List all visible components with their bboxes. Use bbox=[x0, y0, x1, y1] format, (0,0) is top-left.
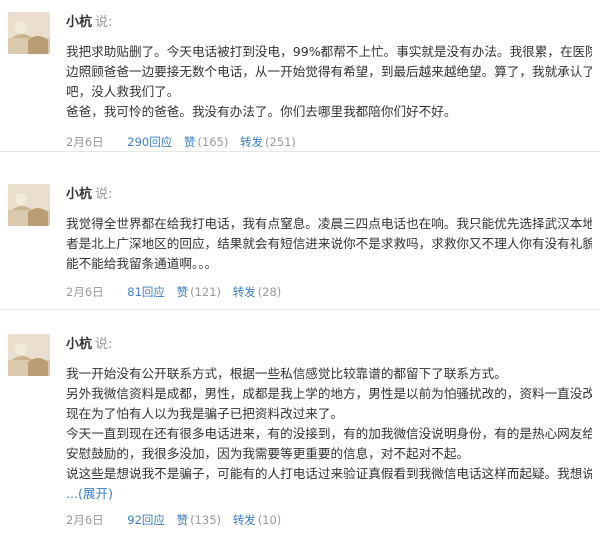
author-name[interactable]: 小杭 bbox=[66, 15, 92, 30]
text-line: 现在为了怕有人以为我是骗子已把资料改过来了。 bbox=[66, 406, 344, 421]
avatar[interactable] bbox=[8, 12, 50, 54]
text-line: 说这些是想说我不是骗子，可能有的人打电话过来验证真假看到我微信电话这样而起疑。我… bbox=[66, 466, 592, 481]
status-feed: 小杭 说: 我把求助贴删了。今天电话被打到没电，99%都帮不上忙。事实就是没有办法… bbox=[0, 0, 600, 540]
post-actions: 2月6日 92回应 赞 (135) 转发 (10) bbox=[66, 512, 289, 528]
text-line: 安慰鼓励的，我很多没加，因为我需要等更重要的信息，对不起对不起。 bbox=[66, 446, 469, 461]
repost-button[interactable]: 转发 (28) bbox=[233, 284, 282, 300]
text-line: 我一开始没有公开联系方式，根据一些私信感觉比较靠谱的都留下了联系方式。 bbox=[66, 366, 507, 381]
text-line: 今天一直到现在还有很多电话进来，有的没接到，有的加我微信没说明身份，有的是热心网… bbox=[66, 426, 592, 441]
status-post: 小杭 说: 我把求助贴删了。今天电话被打到没电，99%都帮不上忙。事实就是没有办法… bbox=[0, 0, 600, 152]
replies-link[interactable]: 81回应 bbox=[127, 284, 165, 300]
repost-count: (28) bbox=[257, 285, 282, 299]
post-date: 2月6日 bbox=[66, 513, 104, 527]
like-count: (135) bbox=[190, 513, 222, 527]
said-label: 说: bbox=[95, 187, 113, 202]
replies-link[interactable]: 92回应 bbox=[127, 512, 165, 528]
status-text: 我把求助贴删了。今天电话被打到没电，99%都帮不上忙。事实就是没有办法。我很累，… bbox=[66, 42, 592, 122]
replies-link[interactable]: 290回应 bbox=[127, 134, 172, 150]
said-label: 说: bbox=[95, 15, 113, 30]
status-post: 小杭 说: 我觉得全世界都在给我打电话，我有点窒息。凌晨三四点电话也在响。我只能优… bbox=[0, 172, 600, 310]
text-line: 我觉得全世界都在给我打电话，我有点窒息。凌晨三四点电话也在响。我只能优先选择武汉… bbox=[66, 216, 592, 231]
text-line: 爸爸，我可怜的爸爸。我没有办法了。你们去哪里我都陪你们好不好。 bbox=[66, 104, 457, 119]
post-date: 2月6日 bbox=[66, 285, 104, 299]
avatar[interactable] bbox=[8, 184, 50, 226]
repost-count: (251) bbox=[265, 135, 296, 149]
like-label: 赞 bbox=[183, 135, 196, 149]
text-line: 另外我微信资料是成都，男性，成都是我上学的地方，男性是以前为怕骚扰改的，资料一直… bbox=[66, 386, 592, 401]
like-button[interactable]: 赞 (121) bbox=[177, 284, 221, 300]
post-date: 2月6日 bbox=[66, 135, 104, 149]
text-line: 者是北上广深地区的回应，结果就会有短信进来说你不是求救吗，求救你又不理人你有没有… bbox=[66, 236, 592, 251]
status-post: 小杭 说: 我一开始没有公开联系方式，根据一些私信感觉比较靠谱的都留下了联系方式。… bbox=[0, 322, 600, 540]
author-name[interactable]: 小杭 bbox=[66, 337, 92, 352]
post-actions: 2月6日 290回应 赞 (165) 转发 (251) bbox=[66, 134, 304, 150]
text-line: 我把求助贴删了。今天电话被打到没电，99%都帮不上忙。事实就是没有办法。我很累，… bbox=[66, 44, 592, 59]
like-count: (165) bbox=[197, 135, 229, 149]
expand-link[interactable]: ...(展开) bbox=[66, 486, 113, 501]
avatar[interactable] bbox=[8, 334, 50, 376]
like-button[interactable]: 赞 (165) bbox=[184, 134, 228, 150]
text-line: 边照顾爸爸一边要接无数个电话，从一开始觉得有希望，到最后越来越绝望。算了，我就承… bbox=[66, 64, 592, 79]
like-button[interactable]: 赞 (135) bbox=[177, 512, 221, 528]
repost-count: (10) bbox=[257, 513, 282, 527]
author-name[interactable]: 小杭 bbox=[66, 187, 92, 202]
repost-label: 转发 bbox=[232, 285, 256, 299]
text-line: 吧，没人救我们了。 bbox=[66, 84, 180, 99]
like-count: (121) bbox=[190, 285, 222, 299]
post-actions: 2月6日 81回应 赞 (121) 转发 (28) bbox=[66, 284, 289, 300]
repost-label: 转发 bbox=[232, 513, 256, 527]
repost-button[interactable]: 转发 (10) bbox=[233, 512, 282, 528]
status-text: 我一开始没有公开联系方式，根据一些私信感觉比较靠谱的都留下了联系方式。 另外我微… bbox=[66, 364, 592, 504]
text-line: 能不能给我留条通道啊。。。 bbox=[66, 256, 218, 271]
repost-label: 转发 bbox=[240, 135, 263, 149]
like-label: 赞 bbox=[176, 285, 189, 299]
repost-button[interactable]: 转发 (251) bbox=[240, 134, 296, 150]
status-text: 我觉得全世界都在给我打电话，我有点窒息。凌晨三四点电话也在响。我只能优先选择武汉… bbox=[66, 214, 592, 274]
like-label: 赞 bbox=[176, 513, 189, 527]
said-label: 说: bbox=[95, 337, 113, 352]
